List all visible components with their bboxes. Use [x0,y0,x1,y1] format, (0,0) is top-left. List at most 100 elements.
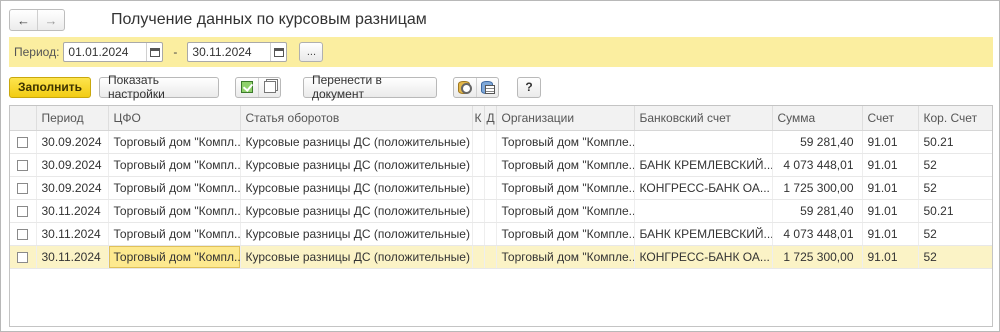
cell-article[interactable]: Курсовые разницы ДС (положительные) [240,153,473,177]
cell-period[interactable]: 30.11.2024 [36,222,109,246]
cell-d[interactable] [484,153,497,177]
help-button[interactable]: ? [517,76,541,98]
cell-k[interactable] [472,222,485,246]
row-checkbox[interactable] [17,136,29,148]
period-from-value[interactable]: 01.01.2024 [64,45,146,59]
calendar-icon[interactable] [146,43,162,61]
cell-bank-account[interactable]: БАНК КРЕМЛЕВСКИЙ... [634,222,773,246]
cell-period[interactable]: 30.09.2024 [36,153,109,177]
cell-cfo[interactable]: Торговый дом "Компл... [108,176,241,200]
cell-organization[interactable]: Торговый дом "Компле... [496,245,635,269]
cell-d[interactable] [484,199,497,223]
column-header-account[interactable]: Счет [862,106,919,131]
cell-sum[interactable]: 4 073 448,01 [772,222,863,246]
table-row[interactable]: 30.11.2024 Торговый дом "Компл... Курсовые… [10,222,992,246]
cell-k[interactable] [472,245,485,269]
cell-bank-account[interactable]: КОНГРЕСС-БАНК ОА... [634,176,773,200]
cell-sum[interactable]: 59 281,40 [772,130,863,154]
cell-k[interactable] [472,153,485,177]
cell-article[interactable]: Курсовые разницы ДС (положительные) [240,130,473,154]
table-row[interactable]: 30.09.2024 Торговый дом "Компл... Курсовые… [10,176,992,200]
column-header-organization[interactable]: Организации [496,106,635,131]
cell-account[interactable]: 91.01 [862,199,919,223]
column-header-sum[interactable]: Сумма [772,106,863,131]
cell-cfo[interactable]: Торговый дом "Компл... [108,245,241,269]
cell-account[interactable]: 91.01 [862,222,919,246]
cell-cor-account[interactable]: 52 [918,176,992,200]
db-table-button[interactable] [476,77,498,97]
cell-period[interactable]: 30.09.2024 [36,130,109,154]
row-checkbox[interactable] [17,228,29,240]
row-checkbox[interactable] [17,182,29,194]
cell-cfo[interactable]: Торговый дом "Компл... [108,199,241,223]
period-from-field[interactable]: 01.01.2024 [63,42,164,62]
column-header-article[interactable]: Статья оборотов [240,106,473,131]
row-checkbox[interactable] [17,251,29,263]
table-row[interactable]: 30.09.2024 Торговый дом "Компл... Курсовые… [10,130,992,154]
cell-cor-account[interactable]: 50.21 [918,199,992,223]
cell-cor-account[interactable]: 52 [918,222,992,246]
cell-bank-account[interactable] [634,130,773,154]
cell-organization[interactable]: Торговый дом "Компле... [496,222,635,246]
cell-cor-account[interactable]: 52 [918,153,992,177]
db-settings-button[interactable] [454,78,476,97]
cell-account[interactable]: 91.01 [862,130,919,154]
cell-article[interactable]: Курсовые разницы ДС (положительные) [240,222,473,246]
cell-sum[interactable]: 1 725 300,00 [772,176,863,200]
cell-d[interactable] [484,176,497,200]
column-header-d[interactable]: Д [484,106,497,131]
cell-period[interactable]: 30.11.2024 [36,245,109,269]
row-checkbox[interactable] [17,205,29,217]
cell-d[interactable] [484,130,497,154]
row-checkbox[interactable] [17,159,29,171]
cell-sum[interactable]: 4 073 448,01 [772,153,863,177]
table-row[interactable]: 30.09.2024 Торговый дом "Компл... Курсовые… [10,153,992,177]
cell-k[interactable] [472,176,485,200]
back-arrow-icon[interactable]: ← [10,10,37,30]
cell-d[interactable] [484,245,497,269]
cell-sum[interactable]: 59 281,40 [772,199,863,223]
cell-period[interactable]: 30.11.2024 [36,199,109,223]
table-row[interactable]: 30.11.2024 Торговый дом "Компл... Курсовые… [10,199,992,223]
period-to-value[interactable]: 30.11.2024 [188,45,270,59]
cell-sum[interactable]: 1 725 300,00 [772,245,863,269]
cell-cfo[interactable]: Торговый дом "Компл... [108,153,241,177]
column-header-check[interactable] [10,106,37,131]
cell-organization[interactable]: Торговый дом "Компле... [496,199,635,223]
column-header-k[interactable]: К [472,106,485,131]
cell-d[interactable] [484,222,497,246]
cell-period[interactable]: 30.09.2024 [36,176,109,200]
cell-bank-account[interactable]: БАНК КРЕМЛЕВСКИЙ... [634,153,773,177]
cell-k[interactable] [472,199,485,223]
cell-organization[interactable]: Торговый дом "Компле... [496,130,635,154]
transfer-to-document-button[interactable]: Перенести в документ [303,73,437,101]
show-settings-button[interactable]: Показать настройки [99,73,219,101]
cell-account[interactable]: 91.01 [862,153,919,177]
cell-cor-account[interactable]: 52 [918,245,992,269]
check-all-button[interactable] [236,78,258,97]
period-to-field[interactable]: 30.11.2024 [187,42,288,62]
cell-bank-account[interactable] [634,199,773,223]
cell-k[interactable] [472,130,485,154]
cell-article[interactable]: Курсовые разницы ДС (положительные) [240,245,473,269]
table-row[interactable]: 30.11.2024 Торговый дом "Компл... Курсовые… [10,245,992,269]
column-header-cor-account[interactable]: Кор. Счет [918,106,992,131]
cell-article[interactable]: Курсовые разницы ДС (положительные) [240,176,473,200]
period-select-button[interactable]: ... [299,42,324,62]
forward-arrow-icon[interactable]: → [37,10,64,30]
cell-article[interactable]: Курсовые разницы ДС (положительные) [240,199,473,223]
calendar-icon[interactable] [270,43,286,61]
column-header-cfo[interactable]: ЦФО [108,106,241,131]
cell-organization[interactable]: Торговый дом "Компле... [496,176,635,200]
cell-cor-account[interactable]: 50.21 [918,130,992,154]
cell-cfo[interactable]: Торговый дом "Компл... [108,130,241,154]
cell-organization[interactable]: Торговый дом "Компле... [496,153,635,177]
column-header-bank-account[interactable]: Банковский счет [634,106,773,131]
fill-button[interactable]: Заполнить [9,76,91,98]
cell-account[interactable]: 91.01 [862,176,919,200]
cell-bank-account[interactable]: КОНГРЕСС-БАНК ОА... [634,245,773,269]
column-header-period[interactable]: Период [36,106,109,131]
uncheck-all-button[interactable] [258,77,280,97]
cell-cfo[interactable]: Торговый дом "Компл... [108,222,241,246]
cell-account[interactable]: 91.01 [862,245,919,269]
